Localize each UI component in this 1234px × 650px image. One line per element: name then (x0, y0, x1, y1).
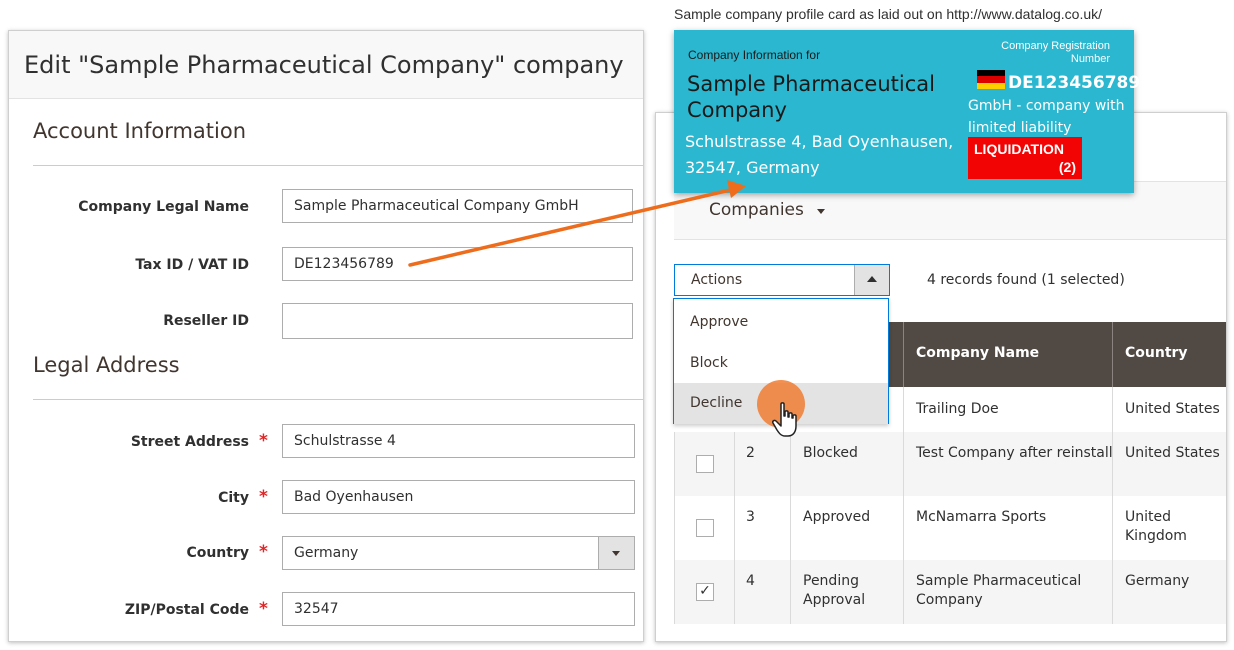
country-cell: United States (1125, 401, 1220, 417)
edit-company-panel: Edit "Sample Pharmaceutical Company" com… (8, 30, 644, 642)
table-row[interactable]: 2 Blocked Test Company after reinstall U… (674, 432, 1226, 496)
status-cell: Pending Approval (803, 573, 866, 608)
hand-cursor-icon (772, 402, 797, 437)
card-registration-label: Company Registration Number (1001, 40, 1110, 65)
actions-label: Actions (691, 272, 743, 288)
status-badge-label: LIQUIDATION (974, 141, 1064, 157)
id-cell: 4 (746, 573, 755, 589)
zip-input[interactable]: 32547 (282, 592, 635, 626)
card-caption: Sample company profile card as laid out … (674, 6, 1103, 22)
germany-flag-icon (977, 70, 1005, 89)
country-label: Country (186, 545, 249, 561)
country-value: Germany (294, 545, 359, 561)
records-count: 4 records found (1 selected) (927, 272, 1125, 288)
status-badge-count: (2) (1058, 159, 1076, 175)
row-checkbox-checked[interactable]: ✓ (696, 583, 714, 601)
zip-label: ZIP/Postal Code (124, 602, 249, 618)
required-mark: * (259, 542, 268, 562)
chevron-down-icon[interactable] (817, 209, 825, 214)
account-section-title: Account Information (33, 119, 247, 143)
card-company-name: Sample Pharmaceutical Company (687, 72, 935, 122)
actions-toggle[interactable] (854, 265, 889, 295)
country-cell: United Kingdom (1125, 509, 1187, 544)
column-divider (903, 322, 904, 387)
legal-name-label: Company Legal Name (78, 199, 249, 215)
card-registration-number: DE123456789 (1008, 73, 1141, 93)
company-name-cell: Test Company after reinstall (916, 445, 1113, 461)
table-row[interactable]: ✓ 4 Pending Approval Sample Pharmaceutic… (674, 560, 1226, 624)
tax-id-input[interactable]: DE123456789 (282, 247, 633, 281)
legal-name-input[interactable]: Sample Pharmaceutical Company GmbH (282, 189, 633, 223)
card-address: Schulstrasse 4, Bad Oyenhausen, 32547, G… (685, 132, 954, 177)
menu-item-block[interactable]: Block (674, 343, 888, 384)
id-cell: 3 (746, 509, 755, 525)
address-section-title: Legal Address (33, 353, 180, 377)
select-toggle[interactable] (598, 537, 634, 569)
tax-id-label: Tax ID / VAT ID (135, 257, 249, 273)
column-line (674, 432, 675, 624)
company-profile-card: Company Information for Sample Pharmaceu… (674, 30, 1140, 193)
id-cell: 2 (746, 445, 755, 461)
actions-select[interactable]: Actions (674, 264, 890, 296)
section-divider (33, 165, 643, 166)
table-row[interactable]: 3 Approved McNamarra Sports United Kingd… (674, 496, 1226, 560)
city-input[interactable]: Bad Oyenhausen (282, 480, 635, 514)
country-cell: Germany (1125, 573, 1190, 589)
country-cell: United States (1125, 445, 1220, 461)
companies-title[interactable]: Companies (709, 200, 804, 220)
chevron-up-icon (867, 276, 877, 282)
reseller-id-label: Reseller ID (163, 313, 249, 329)
city-label: City (218, 490, 249, 506)
row-checkbox[interactable] (696, 455, 714, 473)
status-cell: Blocked (803, 445, 858, 461)
card-info-label: Company Information for (688, 48, 821, 62)
column-line (903, 387, 904, 624)
company-name-cell: Trailing Doe (916, 401, 999, 417)
column-line (1112, 387, 1113, 624)
company-name-cell: McNamarra Sports (916, 509, 1047, 525)
column-header-company-name[interactable]: Company Name (916, 345, 1039, 361)
company-name-cell: Sample Pharmaceutical Company (916, 573, 1082, 608)
required-mark: * (259, 431, 268, 451)
required-mark: * (259, 487, 268, 507)
page-title: Edit "Sample Pharmaceutical Company" com… (9, 31, 643, 99)
status-cell: Approved (803, 509, 871, 525)
card-company-type: GmbH - company with limited liability (968, 98, 1125, 136)
status-badge: LIQUIDATION (2) (968, 137, 1082, 179)
required-mark: * (259, 599, 268, 619)
reseller-id-input[interactable] (282, 303, 633, 339)
country-select[interactable]: Germany (282, 536, 635, 570)
chevron-down-icon (612, 551, 620, 556)
street-input[interactable]: Schulstrasse 4 (282, 424, 635, 458)
menu-item-approve[interactable]: Approve (674, 302, 888, 343)
column-header-country[interactable]: Country (1125, 345, 1188, 361)
column-divider (1112, 322, 1113, 387)
row-checkbox[interactable] (696, 519, 714, 537)
street-label: Street Address (130, 434, 249, 450)
column-line (734, 432, 735, 624)
section-divider (33, 399, 643, 400)
